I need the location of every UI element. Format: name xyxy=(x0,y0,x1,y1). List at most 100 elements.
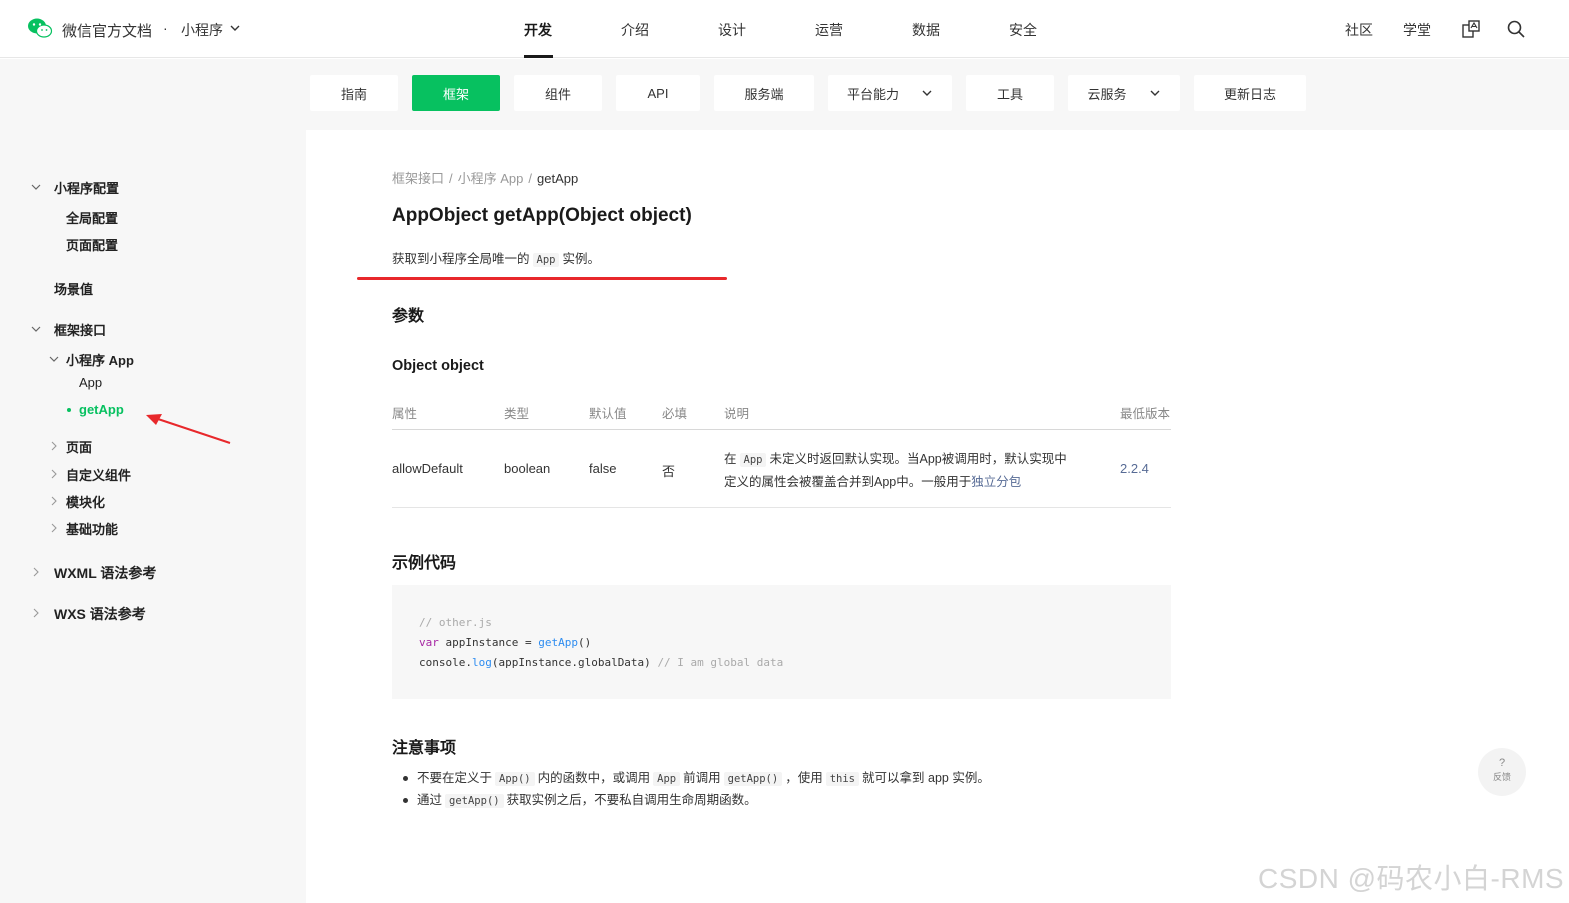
nav-academy[interactable]: 学堂 xyxy=(1403,20,1431,40)
list-item: 不要在定义于 App() 内的函数中，或调用 App 前调用 getApp() ，使用 thi… xyxy=(402,767,990,789)
breadcrumb-item[interactable]: 框架接口 xyxy=(392,171,444,186)
nav-intro[interactable]: 介绍 xyxy=(621,20,649,40)
cell-required: 否 xyxy=(662,464,676,479)
description-text: 获取到小程序全局唯一的 xyxy=(392,252,530,266)
inline-code: App xyxy=(532,253,560,267)
tab-server[interactable]: 服务端 xyxy=(714,75,814,111)
column-header: 类型 xyxy=(504,407,530,421)
note-text: 获取实例之后，不要私自调用生命周期函数。 xyxy=(506,793,757,807)
nav-community[interactable]: 社区 xyxy=(1345,20,1373,40)
column-header: 最低版本 xyxy=(1120,407,1171,421)
column-header: 说明 xyxy=(724,407,750,421)
product-switcher[interactable]: 小程序 xyxy=(181,20,223,40)
question-icon: ? xyxy=(1498,757,1506,769)
inline-code: this xyxy=(825,772,860,786)
inline-code: App xyxy=(653,772,681,786)
sidebar-item-page-config[interactable]: 页面配置 xyxy=(66,235,118,254)
sidebar-item-miniprogram-app[interactable]: 小程序 App xyxy=(66,350,134,369)
sidebar-item-modularization[interactable]: 模块化 xyxy=(66,492,105,511)
active-nav-indicator xyxy=(524,55,553,58)
wechat-logo-icon[interactable] xyxy=(27,17,53,39)
chevron-down-icon[interactable] xyxy=(31,324,41,334)
nav-operation[interactable]: 运营 xyxy=(815,20,843,40)
code-comment: // I am global data xyxy=(657,656,784,669)
note-text: 就可以拿到 app 实例。 xyxy=(862,771,990,785)
chevron-down-icon xyxy=(1150,90,1159,96)
tab-cloud[interactable]: 云服务 xyxy=(1068,75,1180,111)
nav-data[interactable]: 数据 xyxy=(912,20,940,40)
cell-version-link[interactable]: 2.2.4 xyxy=(1120,461,1149,476)
main-content: 框架接口 / 小程序 App / getApp AppObject getApp(Obj… xyxy=(306,130,1569,903)
sidebar-item-basic-features[interactable]: 基础功能 xyxy=(66,519,118,538)
tab-api[interactable]: API xyxy=(616,75,700,111)
chevron-right-icon[interactable] xyxy=(49,523,59,533)
cell-type: boolean xyxy=(504,461,551,476)
brand-title[interactable]: 微信官方文档 xyxy=(62,20,152,41)
tab-label: 更新日志 xyxy=(1223,86,1276,102)
chevron-right-icon[interactable] xyxy=(49,496,59,506)
tab-tools[interactable]: 工具 xyxy=(966,75,1054,111)
tab-platform[interactable]: 平台能力 xyxy=(828,75,952,111)
sidebar-item-miniprogram-config[interactable]: 小程序配置 xyxy=(54,178,119,197)
params-heading: 参数 xyxy=(392,308,425,325)
top-header: 微信官方文档 · 小程序 开发 介绍 设计 运营 数据 安全 社区 学堂 xyxy=(0,0,1569,58)
feedback-button[interactable]: ? 反馈 xyxy=(1478,748,1526,796)
sub-nav: 指南 框架 组件 API 服务端 平台能力 工具 云服务 更新日志 xyxy=(0,59,1569,130)
sidebar-item-custom-component[interactable]: 自定义组件 xyxy=(66,465,131,484)
code-comment: // other.js xyxy=(419,616,492,629)
page-description: 获取到小程序全局唯一的 App 实例。 xyxy=(392,248,600,267)
breadcrumb-item[interactable]: 小程序 App xyxy=(458,171,524,186)
code-text: (appInstance.globalData) xyxy=(491,656,658,669)
breadcrumb-separator: / xyxy=(449,171,453,186)
sidebar-item-scene[interactable]: 场景值 xyxy=(54,279,93,298)
code-text: () xyxy=(577,636,592,649)
breadcrumb-separator: / xyxy=(528,171,533,186)
sidebar-item-wxs[interactable]: WXS 语法参考 xyxy=(54,604,146,624)
description-text: 实例。 xyxy=(562,252,600,266)
notes-heading: 注意事项 xyxy=(392,740,457,757)
cell-description: 在 App 未定义时返回默认实现。当App被调用时，默认实现中 定义的属性会被覆盖合… xyxy=(724,448,1084,493)
chevron-right-icon[interactable] xyxy=(31,567,41,577)
description-text: 未定义时返回默认实现。当App被调用时，默认实现中 xyxy=(769,452,1067,466)
sidebar-item-framework-api[interactable]: 框架接口 xyxy=(54,320,106,339)
chevron-right-icon[interactable] xyxy=(49,469,59,479)
chevron-down-icon[interactable] xyxy=(31,182,41,192)
inline-code: App xyxy=(739,453,767,467)
table-header: 属性 类型 默认值 必填 说明 最低版本 xyxy=(392,400,1171,430)
sidebar-item-app[interactable]: App xyxy=(79,375,102,390)
tab-changelog[interactable]: 更新日志 xyxy=(1194,75,1306,111)
breadcrumb-current: getApp xyxy=(537,171,579,186)
nav-security[interactable]: 安全 xyxy=(1009,20,1037,40)
watermark: CSDN @码农小白-RMS xyxy=(1258,863,1565,894)
chevron-down-icon[interactable] xyxy=(229,22,241,34)
description-text: 在 xyxy=(724,452,737,466)
tab-framework[interactable]: 框架 xyxy=(412,75,500,111)
tab-label: 云服务 xyxy=(1087,86,1127,102)
code-function: log xyxy=(471,656,492,669)
chevron-right-icon[interactable] xyxy=(49,441,59,451)
sidebar-item-page[interactable]: 页面 xyxy=(66,437,92,456)
nav-design[interactable]: 设计 xyxy=(718,20,746,40)
chevron-right-icon[interactable] xyxy=(31,608,41,618)
code-keyword: var xyxy=(419,636,439,649)
sidebar-item-getapp[interactable]: getApp xyxy=(79,402,124,417)
sidebar-item-global-config[interactable]: 全局配置 xyxy=(66,208,118,227)
description-text: 定义的属性会被覆盖合并到App中。一般用于 xyxy=(724,475,972,489)
search-icon[interactable] xyxy=(1506,19,1526,39)
tab-guide[interactable]: 指南 xyxy=(310,75,398,111)
independent-subpackage-link[interactable]: 独立分包 xyxy=(971,475,1021,489)
sidebar-item-wxml[interactable]: WXML 语法参考 xyxy=(54,563,156,583)
column-header: 属性 xyxy=(392,407,418,421)
tab-components[interactable]: 组件 xyxy=(514,75,602,111)
code-line: // other.js xyxy=(419,613,1171,633)
tab-label: 平台能力 xyxy=(846,86,899,102)
chevron-down-icon[interactable] xyxy=(49,354,59,364)
note-text: 通过 xyxy=(417,793,443,807)
object-heading: Object object xyxy=(392,358,484,374)
language-switch-icon[interactable] xyxy=(1461,19,1481,39)
tab-label: 指南 xyxy=(340,86,367,102)
nav-develop[interactable]: 开发 xyxy=(524,20,552,40)
list-item: 通过 getApp() 获取实例之后，不要私自调用生命周期函数。 xyxy=(402,789,990,811)
example-heading: 示例代码 xyxy=(392,555,457,572)
code-line: console.log(appInstance.globalData) // I… xyxy=(419,653,1171,673)
